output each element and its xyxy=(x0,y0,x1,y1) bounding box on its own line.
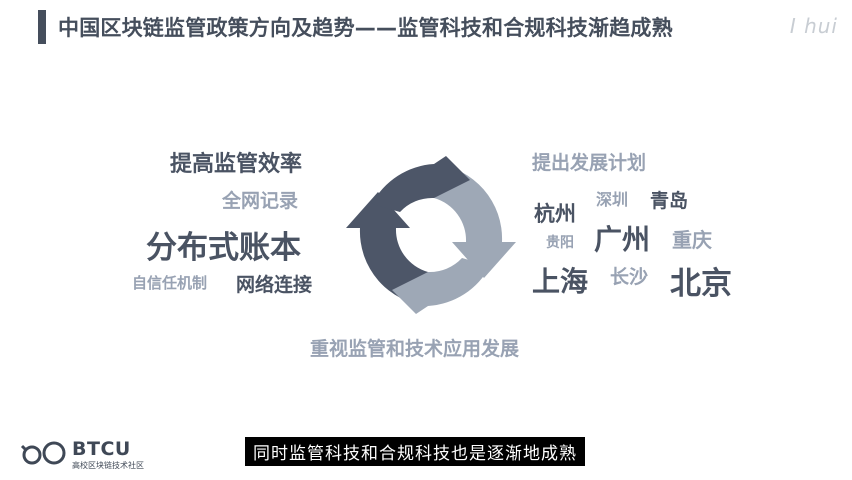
city-guiyang: 贵阳 xyxy=(546,235,574,251)
city-hangzhou: 杭州 xyxy=(534,202,576,226)
title-accent-bar xyxy=(38,10,46,44)
city-shanghai: 上海 xyxy=(532,265,589,298)
keyword-distributed-ledger: 分布式账本 xyxy=(146,230,301,266)
city-chongqing: 重庆 xyxy=(672,228,712,252)
city-changsha: 长沙 xyxy=(610,266,649,288)
watermark: I hui xyxy=(789,14,838,38)
city-guangzhou: 广州 xyxy=(594,223,651,256)
btcu-logo: BTCU 高校区块链技术社区 xyxy=(20,436,150,472)
keyword-bottom-statement: 重视监管和技术应用发展 xyxy=(310,338,520,360)
city-beijing: 北京 xyxy=(670,266,732,302)
video-subtitle: 同时监管科技和合规科技也是逐渐地成熟 xyxy=(245,437,585,466)
logo-name: BTCU xyxy=(72,438,131,460)
keyword-whole-network: 全网记录 xyxy=(222,190,299,212)
cycle-arrows-icon xyxy=(346,156,516,314)
keyword-self-trust: 自信任机制 xyxy=(132,274,208,292)
city-shenzhen: 深圳 xyxy=(596,190,629,209)
glasses-logo-icon xyxy=(20,441,66,465)
slide-title: 中国区块链监管政策方向及趋势——监管科技和合规科技渐趋成熟 xyxy=(58,16,673,40)
keyword-dev-plan: 提出发展计划 xyxy=(532,152,647,174)
logo-subtitle: 高校区块链技术社区 xyxy=(72,461,144,470)
keyword-improve-efficiency: 提高监管效率 xyxy=(170,152,303,177)
city-qingdao: 青岛 xyxy=(650,190,689,212)
keyword-network-connect: 网络连接 xyxy=(236,274,313,296)
